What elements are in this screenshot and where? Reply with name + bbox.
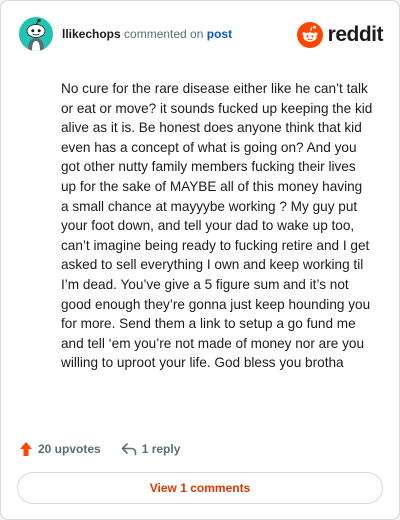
username-link[interactable]: llikechops — [62, 27, 121, 41]
reddit-logo-icon — [296, 22, 323, 48]
reply-count: 1 reply — [141, 442, 181, 456]
commented-on-text: commented on — [124, 27, 204, 41]
snoo-avatar-icon — [19, 17, 53, 51]
comment-actions: 20 upvotes 1 reply — [19, 439, 180, 459]
upvote-button[interactable]: 20 upvotes — [19, 441, 101, 457]
reply-button[interactable]: 1 reply — [121, 442, 181, 456]
view-comments-button[interactable]: View 1 comments — [17, 472, 383, 504]
comment-body: No cure for the rare disease either like… — [61, 81, 373, 371]
post-link[interactable]: post — [207, 27, 232, 41]
reply-arrow-icon — [121, 443, 137, 456]
upvote-arrow-icon — [20, 442, 32, 456]
comment-card: llikechops commented on post reddit No c… — [0, 0, 400, 520]
avatar[interactable] — [19, 17, 53, 51]
reddit-wordmark: reddit — [327, 23, 384, 46]
byline: llikechops commented on post — [62, 26, 232, 42]
comment-header: llikechops commented on post reddit — [19, 17, 384, 53]
upvote-count: 20 upvotes — [38, 442, 101, 456]
reddit-brand[interactable]: reddit — [296, 20, 384, 50]
